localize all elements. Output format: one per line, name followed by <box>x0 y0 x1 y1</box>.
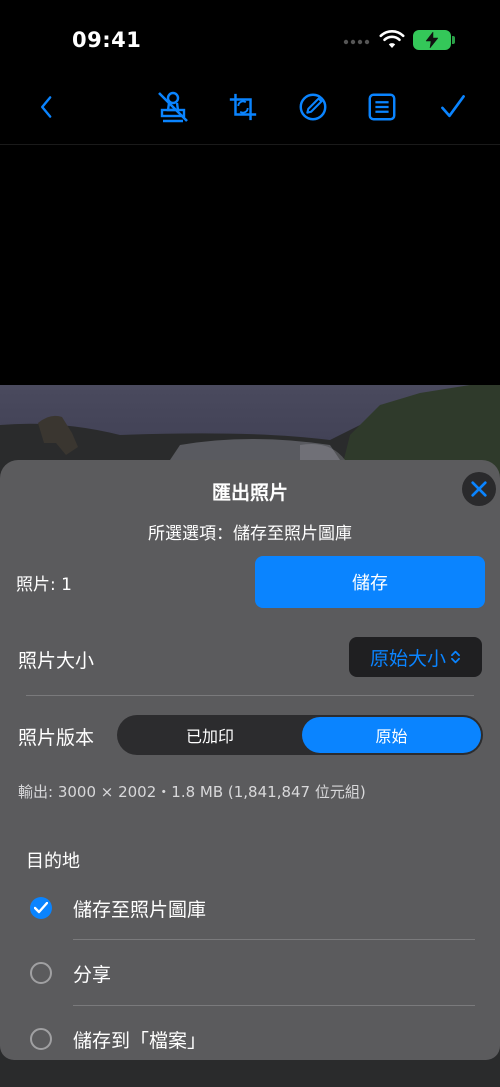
battery-icon <box>413 30 455 50</box>
export-sheet: 匯出照片 所選選項：儲存至照片圖庫 照片: 1 儲存 照片大小 原始大小 照片版… <box>0 460 500 1060</box>
destination-option-files[interactable]: 儲存到「檔案」 <box>0 1028 500 1060</box>
close-button[interactable] <box>462 472 496 506</box>
toolbar-divider <box>0 144 500 145</box>
version-option-printed[interactable]: 已加印 <box>119 717 301 753</box>
radio-circle-icon <box>30 1028 52 1050</box>
photo-size-label: 照片大小 <box>18 650 95 672</box>
photo-version-segmented-control: 已加印 原始 <box>117 715 483 755</box>
done-button[interactable] <box>436 90 470 124</box>
list-icon <box>368 93 396 121</box>
editor-toolbar <box>0 80 500 136</box>
stamp-button[interactable] <box>156 90 190 124</box>
crop-icon <box>229 93 257 121</box>
destination-label: 分享 <box>73 964 112 986</box>
output-info: 輸出: 3000 × 2002・1.8 MB (1,841,847 位元組) <box>18 783 366 801</box>
photo-size-value: 原始大小 <box>369 647 446 670</box>
separator <box>26 695 474 696</box>
markup-icon <box>299 93 327 121</box>
photo-version-label: 照片版本 <box>18 727 95 749</box>
back-icon <box>41 96 52 118</box>
signal-icon <box>343 39 370 45</box>
destination-label: 儲存至照片圖庫 <box>73 899 207 921</box>
separator <box>73 1005 475 1006</box>
destination-option-share[interactable]: 分享 <box>0 962 500 1022</box>
sheet-title: 匯出照片 <box>211 482 288 504</box>
destination-option-photo-library[interactable]: 儲存至照片圖庫 <box>0 897 500 957</box>
done-icon <box>441 95 465 118</box>
photo-count: 照片: 1 <box>16 575 72 595</box>
status-bar: 09:41 <box>0 0 500 80</box>
crop-button[interactable] <box>226 90 260 124</box>
close-icon <box>471 481 487 497</box>
destination-title: 目的地 <box>26 851 80 872</box>
checkmark-circle-icon <box>30 897 52 919</box>
wifi-icon <box>379 30 405 48</box>
destination-label: 儲存到「檔案」 <box>73 1030 207 1052</box>
chevron-updown-icon <box>451 650 460 664</box>
selected-option-text: 所選選項：儲存至照片圖庫 <box>148 524 352 544</box>
separator <box>73 939 475 940</box>
save-button[interactable]: 儲存 <box>255 556 485 608</box>
photo-size-select[interactable]: 原始大小 <box>349 637 482 677</box>
back-button[interactable] <box>30 90 64 124</box>
radio-circle-icon <box>30 962 52 984</box>
list-button[interactable] <box>365 90 399 124</box>
markup-button[interactable] <box>296 90 330 124</box>
version-option-original[interactable]: 原始 <box>302 717 481 753</box>
stamp-icon <box>158 91 188 123</box>
status-time: 09:41 <box>72 28 142 52</box>
